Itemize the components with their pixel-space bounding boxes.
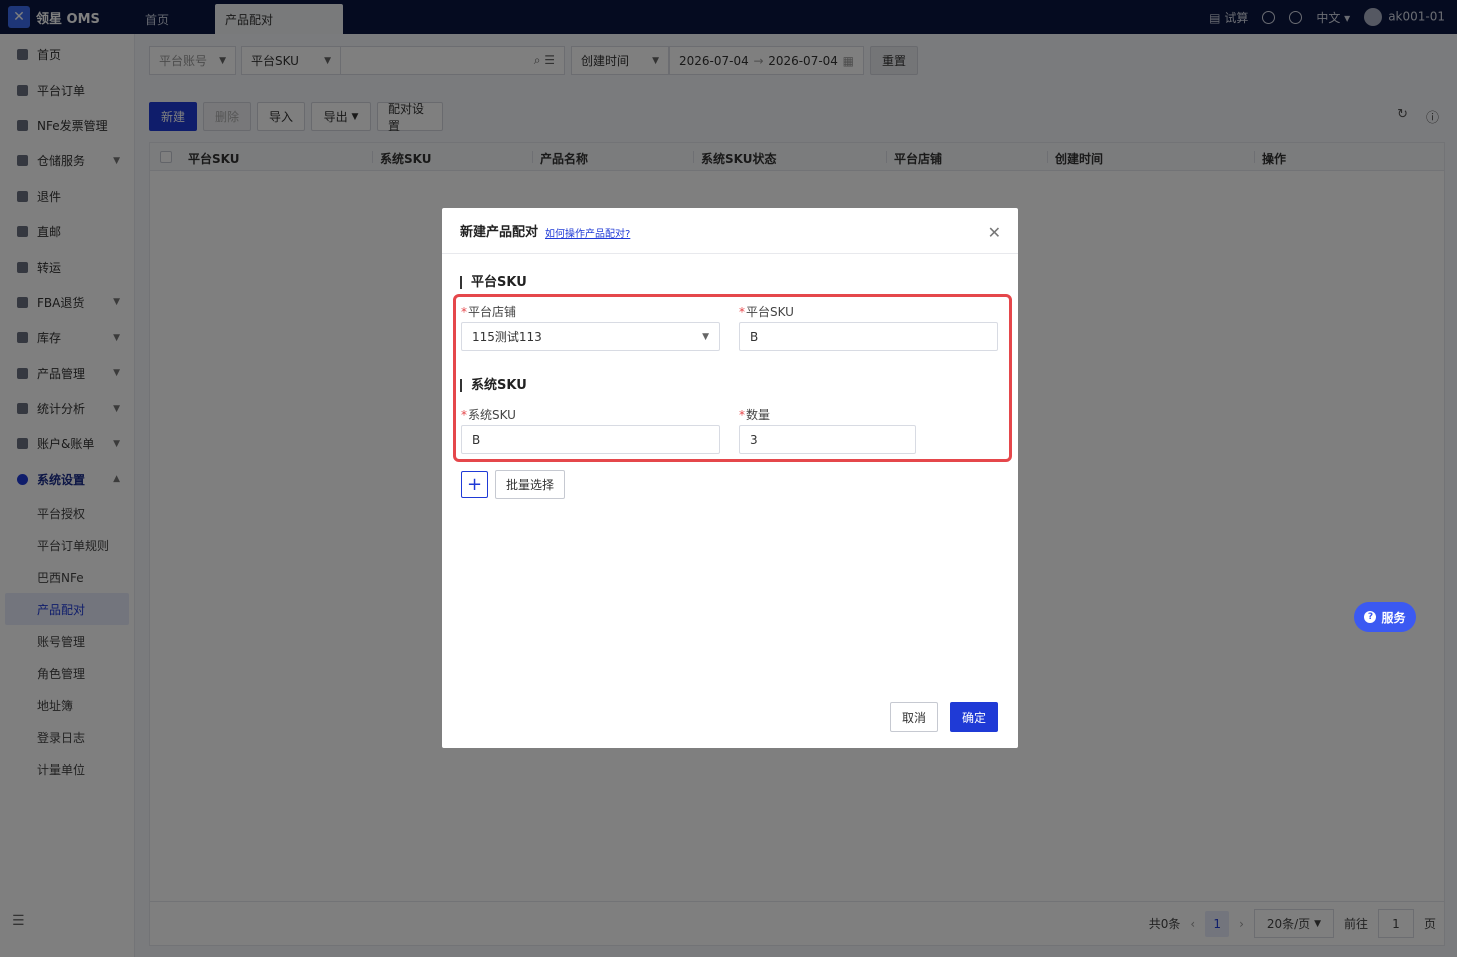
section-system-sku: 系统SKU bbox=[460, 379, 527, 392]
quantity-label: *数量 bbox=[739, 406, 770, 423]
chevron-down-icon: ▼ bbox=[702, 331, 709, 342]
store-label-text: 平台店铺 bbox=[468, 305, 517, 319]
dialog-header: 新建产品配对 如何操作产品配对? ✕ bbox=[442, 208, 1018, 254]
cancel-button[interactable]: 取消 bbox=[890, 702, 938, 732]
platform-sku-value: B bbox=[750, 329, 759, 344]
dialog-title: 新建产品配对 bbox=[460, 225, 539, 240]
close-icon[interactable]: ✕ bbox=[988, 223, 1001, 242]
quantity-value: 3 bbox=[750, 432, 758, 447]
quantity-input[interactable]: 3 bbox=[739, 425, 916, 454]
batch-select-button[interactable]: 批量选择 bbox=[495, 470, 566, 499]
store-label: *平台店铺 bbox=[461, 303, 516, 320]
question-icon: ? bbox=[1364, 611, 1377, 623]
platform-sku-input[interactable]: B bbox=[739, 322, 998, 351]
system-sku-input[interactable]: B bbox=[461, 425, 720, 454]
plus-icon: + bbox=[466, 474, 483, 495]
service-label: 服务 bbox=[1381, 610, 1406, 625]
quantity-label-text: 数量 bbox=[746, 408, 771, 422]
store-value: 115测试113 bbox=[472, 330, 542, 344]
required-mark: * bbox=[461, 408, 467, 422]
required-mark: * bbox=[739, 408, 745, 422]
add-row-button[interactable]: + bbox=[461, 471, 488, 498]
platform-sku-label: *平台SKU bbox=[739, 303, 794, 320]
system-sku-value: B bbox=[472, 432, 481, 447]
platform-sku-label-text: 平台SKU bbox=[746, 305, 794, 319]
store-select[interactable]: 115测试113 ▼ bbox=[461, 322, 720, 351]
section-platform-sku: 平台SKU bbox=[460, 276, 527, 289]
system-sku-label-text: 系统SKU bbox=[468, 408, 516, 422]
help-link[interactable]: 如何操作产品配对? bbox=[545, 225, 630, 240]
system-sku-label: *系统SKU bbox=[461, 406, 516, 423]
required-mark: * bbox=[739, 305, 745, 319]
new-pairing-dialog: 新建产品配对 如何操作产品配对? ✕ 平台SKU *平台店铺 115测试113 ▼… bbox=[442, 208, 1018, 748]
required-mark: * bbox=[461, 305, 467, 319]
service-button[interactable]: ? 服务 bbox=[1354, 602, 1416, 632]
confirm-button[interactable]: 确定 bbox=[950, 702, 998, 732]
